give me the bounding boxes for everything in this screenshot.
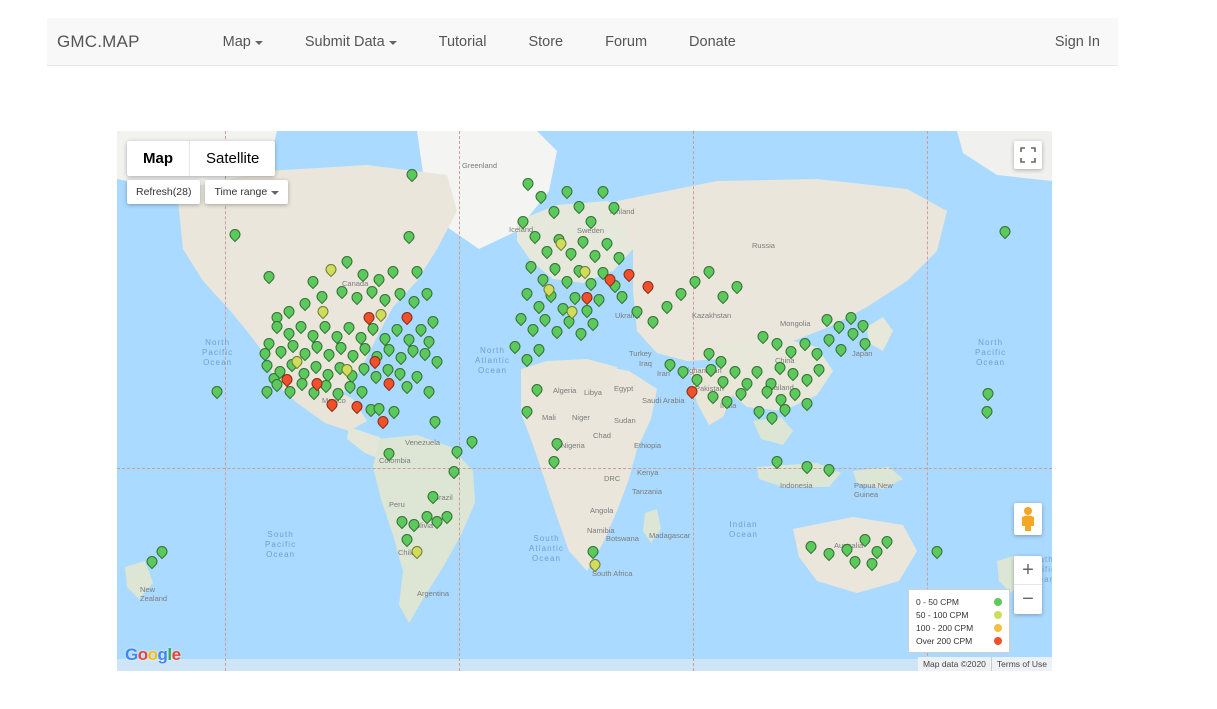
legend-label: 50 - 100 CPM xyxy=(916,609,969,620)
fullscreen-icon xyxy=(1020,147,1036,163)
pegman-icon xyxy=(1022,507,1034,531)
sign-in-link[interactable]: Sign In xyxy=(1055,34,1100,50)
nav-item-label: Tutorial xyxy=(438,33,487,50)
nav-item-submit-data[interactable]: Submit Data xyxy=(284,18,418,66)
refresh-button[interactable]: Refresh(28) xyxy=(127,180,201,204)
site-brand-logo[interactable]: GMC.MAP xyxy=(57,32,140,52)
map-data-copyright: Map data ©2020 xyxy=(922,659,986,669)
nav-item-label: Donate xyxy=(689,33,736,50)
zoom-control[interactable]: + − xyxy=(1014,556,1042,614)
legend-row-1: 50 - 100 CPM xyxy=(916,608,1002,621)
legend-color-swatch xyxy=(994,597,1002,606)
nav-item-donate[interactable]: Donate xyxy=(668,18,757,66)
chevron-down-icon xyxy=(388,40,397,45)
legend-label: 0 - 50 CPM xyxy=(916,596,959,607)
chevron-down-icon xyxy=(254,40,263,45)
map-type-satellite-button[interactable]: Satellite xyxy=(189,141,275,176)
nav-item-map[interactable]: Map xyxy=(202,18,284,66)
google-map[interactable]: North Pacific Ocean North Atlantic Ocean North… xyxy=(117,131,1052,671)
legend-color-swatch xyxy=(994,610,1002,619)
legend-row-2: 100 - 200 CPM xyxy=(916,621,1002,634)
legend-color-swatch xyxy=(994,636,1002,645)
legend-label: 100 - 200 CPM xyxy=(916,622,974,633)
nav-item-label: Map xyxy=(222,33,251,50)
top-navigation-bar: GMC.MAP Map Submit Data Tutorial Store Forum… xyxy=(47,18,1118,66)
nav-item-label: Store xyxy=(528,33,564,50)
zoom-out-button[interactable]: − xyxy=(1014,585,1042,614)
chevron-down-icon xyxy=(271,191,280,195)
map-type-map-button[interactable]: Map xyxy=(127,141,189,176)
nav-item-tutorial[interactable]: Tutorial xyxy=(418,18,508,66)
legend-color-swatch xyxy=(994,623,1002,632)
fullscreen-button[interactable] xyxy=(1014,141,1042,169)
nav-item-forum[interactable]: Forum xyxy=(584,18,668,66)
time-range-label: Time range xyxy=(214,186,268,198)
time-range-dropdown[interactable]: Time range xyxy=(205,180,289,204)
nav-item-store[interactable]: Store xyxy=(507,18,584,66)
legend-label: Over 200 CPM xyxy=(916,635,973,646)
map-sub-controls[interactable]: Refresh(28) Time range xyxy=(127,180,289,204)
terms-of-use-link[interactable]: Terms of Use xyxy=(990,657,1052,671)
legend-row-3: Over 200 CPM xyxy=(916,634,1002,647)
google-logo: Google xyxy=(125,645,181,664)
zoom-in-button[interactable]: + xyxy=(1014,556,1042,585)
nav-item-label: Forum xyxy=(605,33,648,50)
map-type-control[interactable]: Map Satellite xyxy=(127,141,276,176)
cpm-legend: 0 - 50 CPM 50 - 100 CPM 100 - 200 CPM Over … xyxy=(908,589,1010,653)
nav-item-label: Submit Data xyxy=(304,33,385,50)
legend-row-0: 0 - 50 CPM xyxy=(916,595,1002,608)
street-view-pegman-button[interactable] xyxy=(1014,503,1042,535)
map-attribution: Map data ©2020 Terms of Use xyxy=(917,657,1052,671)
nav-links: Map Submit Data Tutorial Store Forum Donate xyxy=(202,18,757,66)
